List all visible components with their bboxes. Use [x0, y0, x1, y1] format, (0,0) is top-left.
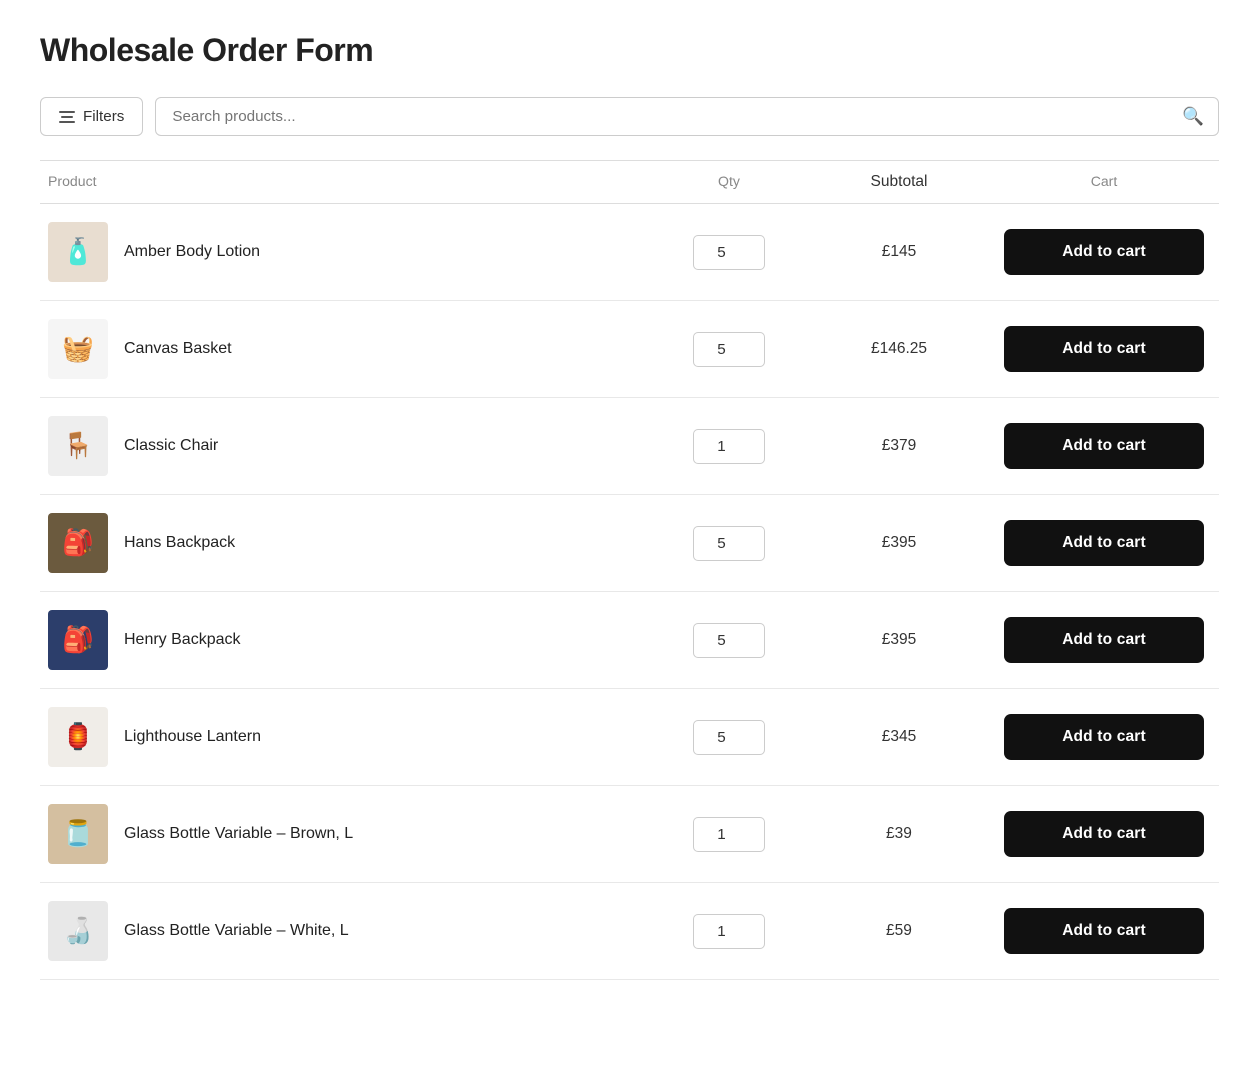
product-cell: 🧺 Canvas Basket	[40, 319, 649, 379]
header-subtotal: Subtotal	[809, 173, 989, 191]
product-thumbnail: 🧴	[48, 222, 108, 282]
add-to-cart-button[interactable]: Add to cart	[1004, 811, 1204, 857]
product-name: Amber Body Lotion	[124, 243, 260, 261]
product-thumbnail-icon: 🪑	[62, 431, 94, 461]
qty-input[interactable]	[693, 429, 765, 464]
cart-cell: Add to cart	[989, 326, 1219, 372]
product-thumbnail-icon: 🍶	[62, 916, 94, 946]
product-thumbnail: 🎒	[48, 513, 108, 573]
product-thumbnail: 🪑	[48, 416, 108, 476]
subtotal-cell: £146.25	[809, 340, 989, 358]
qty-cell	[649, 429, 809, 464]
qty-cell	[649, 623, 809, 658]
subtotal-cell: £145	[809, 243, 989, 261]
subtotal-cell: £379	[809, 437, 989, 455]
product-cell: 🪑 Classic Chair	[40, 416, 649, 476]
filter-icon	[59, 111, 75, 123]
search-input[interactable]	[156, 98, 1182, 135]
qty-input[interactable]	[693, 817, 765, 852]
product-thumbnail: 🍶	[48, 901, 108, 961]
qty-cell	[649, 235, 809, 270]
product-name: Hans Backpack	[124, 534, 235, 552]
add-to-cart-button[interactable]: Add to cart	[1004, 326, 1204, 372]
qty-input[interactable]	[693, 623, 765, 658]
product-thumbnail: 🏮	[48, 707, 108, 767]
product-cell: 🍶 Glass Bottle Variable – White, L	[40, 901, 649, 961]
header-qty: Qty	[649, 173, 809, 191]
product-thumbnail-icon: 🎒	[62, 528, 94, 558]
qty-cell	[649, 332, 809, 367]
page-title: Wholesale Order Form	[40, 32, 1219, 69]
product-thumbnail: 🎒	[48, 610, 108, 670]
table-row: 🧴 Amber Body Lotion £145 Add to cart	[40, 204, 1219, 301]
qty-cell	[649, 914, 809, 949]
filters-button[interactable]: Filters	[40, 97, 143, 136]
cart-cell: Add to cart	[989, 617, 1219, 663]
qty-cell	[649, 817, 809, 852]
table-row: 🫙 Glass Bottle Variable – Brown, L £39 A…	[40, 786, 1219, 883]
add-to-cart-button[interactable]: Add to cart	[1004, 229, 1204, 275]
product-table: 🧴 Amber Body Lotion £145 Add to cart 🧺 C…	[40, 204, 1219, 980]
product-thumbnail: 🧺	[48, 319, 108, 379]
product-name: Lighthouse Lantern	[124, 728, 261, 746]
product-thumbnail-icon: 🧴	[62, 237, 94, 267]
table-header: Product Qty Subtotal Cart	[40, 160, 1219, 204]
product-thumbnail: 🫙	[48, 804, 108, 864]
header-cart: Cart	[989, 173, 1219, 191]
product-thumbnail-icon: 🎒	[62, 625, 94, 655]
search-wrapper: 🔍	[155, 97, 1219, 136]
add-to-cart-button[interactable]: Add to cart	[1004, 714, 1204, 760]
qty-input[interactable]	[693, 332, 765, 367]
add-to-cart-button[interactable]: Add to cart	[1004, 423, 1204, 469]
subtotal-cell: £59	[809, 922, 989, 940]
qty-input[interactable]	[693, 235, 765, 270]
subtotal-cell: £395	[809, 534, 989, 552]
product-cell: 🏮 Lighthouse Lantern	[40, 707, 649, 767]
product-name: Henry Backpack	[124, 631, 241, 649]
qty-input[interactable]	[693, 914, 765, 949]
product-name: Glass Bottle Variable – Brown, L	[124, 825, 353, 843]
cart-cell: Add to cart	[989, 811, 1219, 857]
cart-cell: Add to cart	[989, 714, 1219, 760]
product-cell: 🎒 Hans Backpack	[40, 513, 649, 573]
cart-cell: Add to cart	[989, 908, 1219, 954]
table-row: 🏮 Lighthouse Lantern £345 Add to cart	[40, 689, 1219, 786]
product-thumbnail-icon: 🧺	[62, 334, 94, 364]
search-icon: 🔍	[1182, 106, 1218, 127]
subtotal-cell: £345	[809, 728, 989, 746]
cart-cell: Add to cart	[989, 423, 1219, 469]
table-row: 🍶 Glass Bottle Variable – White, L £59 A…	[40, 883, 1219, 980]
qty-cell	[649, 526, 809, 561]
qty-input[interactable]	[693, 526, 765, 561]
header-product: Product	[40, 173, 649, 191]
subtotal-cell: £39	[809, 825, 989, 843]
filters-label: Filters	[83, 108, 124, 125]
table-row: 🪑 Classic Chair £379 Add to cart	[40, 398, 1219, 495]
product-name: Classic Chair	[124, 437, 218, 455]
add-to-cart-button[interactable]: Add to cart	[1004, 520, 1204, 566]
product-thumbnail-icon: 🫙	[62, 819, 94, 849]
subtotal-cell: £395	[809, 631, 989, 649]
toolbar: Filters 🔍	[40, 97, 1219, 136]
table-row: 🧺 Canvas Basket £146.25 Add to cart	[40, 301, 1219, 398]
product-cell: 🧴 Amber Body Lotion	[40, 222, 649, 282]
table-row: 🎒 Hans Backpack £395 Add to cart	[40, 495, 1219, 592]
product-thumbnail-icon: 🏮	[62, 722, 94, 752]
cart-cell: Add to cart	[989, 229, 1219, 275]
product-name: Glass Bottle Variable – White, L	[124, 922, 349, 940]
product-name: Canvas Basket	[124, 340, 232, 358]
qty-cell	[649, 720, 809, 755]
add-to-cart-button[interactable]: Add to cart	[1004, 617, 1204, 663]
add-to-cart-button[interactable]: Add to cart	[1004, 908, 1204, 954]
table-row: 🎒 Henry Backpack £395 Add to cart	[40, 592, 1219, 689]
product-cell: 🎒 Henry Backpack	[40, 610, 649, 670]
qty-input[interactable]	[693, 720, 765, 755]
product-cell: 🫙 Glass Bottle Variable – Brown, L	[40, 804, 649, 864]
cart-cell: Add to cart	[989, 520, 1219, 566]
